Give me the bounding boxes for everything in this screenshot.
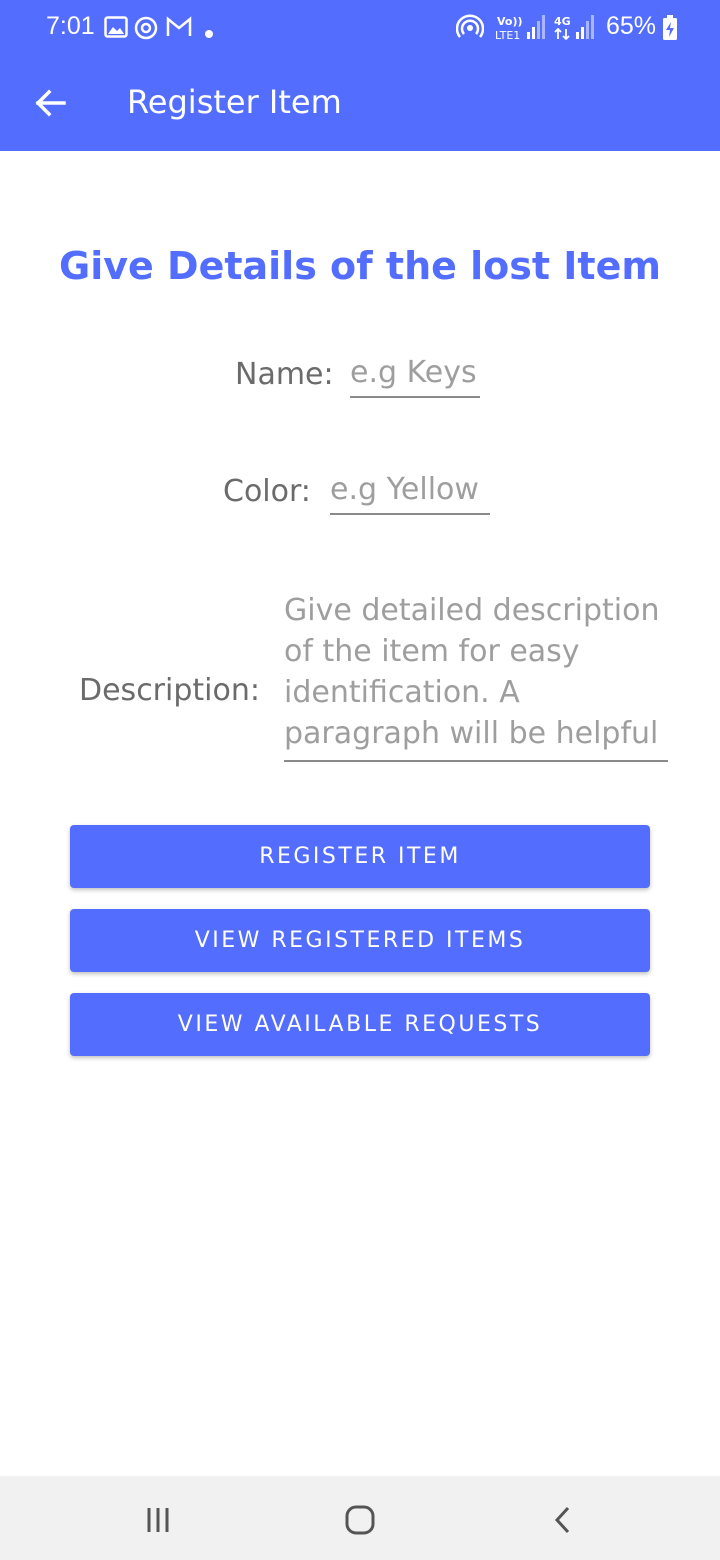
status-bar: 7:01 Vo)) LTE1 4G 65% [0,0,720,56]
register-item-button[interactable]: REGISTER ITEM [70,825,650,888]
home-icon [345,1505,375,1535]
hotspot-icon [455,14,485,46]
arrow-left-icon [35,89,66,117]
svg-text:LTE1: LTE1 [495,29,520,42]
battery-icon [662,15,678,45]
name-input[interactable]: e.g Keys [350,355,480,398]
home-button[interactable] [330,1498,390,1542]
form-heading: Give Details of the lost Item [59,244,661,288]
nav-back-button[interactable] [532,1498,592,1542]
dot-icon [204,24,214,43]
navigation-bar [0,1476,720,1560]
recent-apps-button[interactable] [128,1498,188,1542]
gallery-icon [104,16,128,42]
view-available-requests-button[interactable]: VIEW AVAILABLE REQUESTS [70,993,650,1056]
volte-signal-icon: Vo)) LTE1 [495,12,547,46]
recent-apps-icon [147,1508,169,1532]
color-input[interactable]: e.g Yellow [330,472,490,515]
svg-text:4G: 4G [554,15,571,28]
name-label: Name: [235,357,334,392]
sync-icon [134,16,158,44]
gmail-icon [166,16,192,42]
view-registered-items-button[interactable]: VIEW REGISTERED ITEMS [70,909,650,972]
svg-text:Vo)): Vo)) [497,15,523,28]
color-label: Color: [223,474,311,509]
app-bar: Register Item [0,56,720,151]
battery-percent: 65% [606,12,657,40]
status-time: 7:01 [46,12,95,40]
back-icon [554,1506,570,1534]
description-label: Description: [79,673,260,708]
back-button[interactable] [22,78,78,128]
description-input[interactable]: Give detailed description of the item fo… [284,590,668,762]
page-title: Register Item [127,83,342,121]
4g-signal-icon: 4G [552,12,600,46]
